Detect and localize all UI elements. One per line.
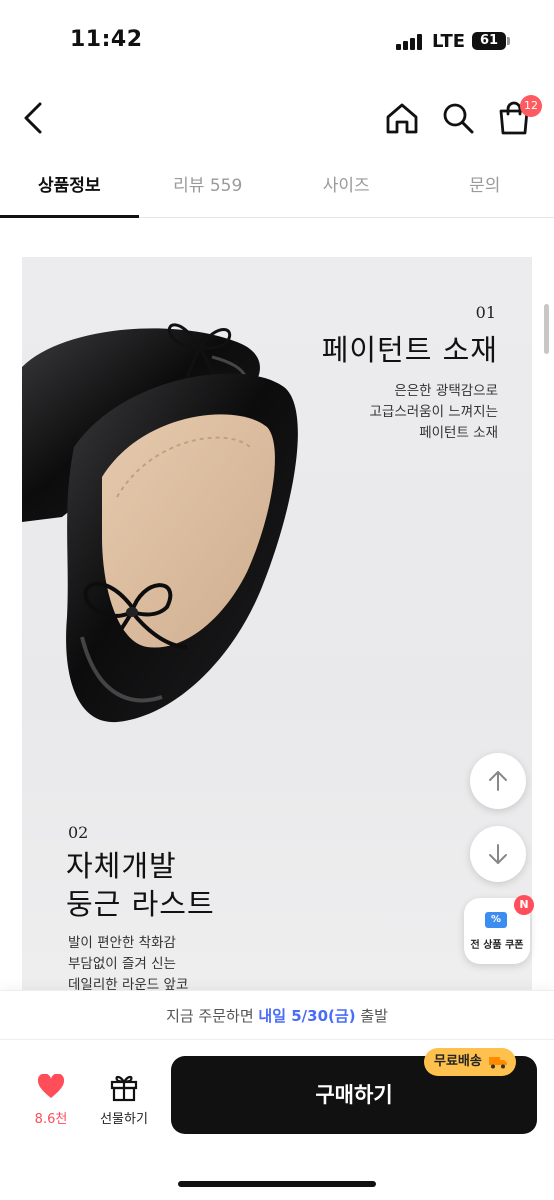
search-icon	[443, 103, 474, 134]
back-button[interactable]	[18, 98, 54, 138]
section-1-desc-line: 고급스러움이 느껴지는	[369, 404, 499, 420]
tab-product-info[interactable]: 상품정보	[0, 160, 139, 218]
section-1-description: 은은한 광택감으로 고급스러움이 느껴지는 페이턴트 소재	[370, 381, 499, 444]
scrollbar[interactable]	[544, 304, 549, 354]
section-1-title: 페이턴트 소재	[321, 333, 498, 367]
scroll-bottom-button[interactable]	[470, 826, 526, 882]
new-badge: N	[514, 895, 534, 915]
notice-prefix: 지금 주문하면	[166, 1007, 254, 1025]
coupon-label: 전 상품 쿠폰	[470, 940, 524, 951]
like-button[interactable]: 8.6천	[20, 1070, 82, 1130]
nav-header	[0, 80, 554, 160]
free-shipping-label: 무료배송	[434, 1054, 482, 1069]
section-2-title: 자체개발 둥근 라스트	[66, 847, 215, 923]
gift-button[interactable]: 선물하기	[90, 1070, 158, 1130]
network-label: LTE	[432, 31, 466, 52]
home-icon	[386, 103, 418, 134]
section-2-title-line: 둥근 라스트	[66, 887, 215, 921]
notice-date: 내일 5/30(금)	[258, 1007, 356, 1025]
free-shipping-badge: 무료배송	[424, 1048, 516, 1076]
home-button[interactable]	[384, 100, 420, 136]
home-indicator	[178, 1181, 376, 1187]
tab-reviews[interactable]: 리뷰 559	[139, 160, 278, 217]
cart-count-badge: 12	[520, 95, 542, 117]
like-count: 8.6천	[34, 1112, 68, 1127]
tab-size[interactable]: 사이즈	[277, 160, 416, 217]
section-2-number: 02	[68, 823, 89, 842]
heart-icon	[37, 1073, 65, 1098]
truck-icon	[488, 1057, 507, 1069]
section-1-number: 01	[475, 303, 496, 322]
section-2-desc-line: 발이 편안한 착화감	[68, 935, 176, 951]
section-2-desc-line: 부담없이 즐겨 신는	[68, 956, 176, 972]
scroll-top-button[interactable]	[470, 753, 526, 809]
status-time: 11:42	[70, 27, 143, 52]
notice-suffix: 출발	[360, 1007, 388, 1025]
gift-label: 선물하기	[100, 1112, 148, 1127]
gift-icon	[110, 1075, 138, 1102]
coupon-icon	[485, 912, 507, 928]
arrow-down-icon	[489, 844, 507, 864]
chevron-left-icon	[24, 102, 42, 134]
status-bar: 11:42 LTE 61	[0, 0, 554, 80]
arrow-up-icon	[489, 771, 507, 791]
tab-bar: 상품정보 리뷰 559 사이즈 문의	[0, 160, 554, 218]
section-1-desc-line: 페이턴트 소재	[419, 425, 498, 441]
battery-cap	[507, 37, 510, 45]
tab-inquiry[interactable]: 문의	[416, 160, 554, 217]
section-2-title-line: 자체개발	[66, 849, 177, 883]
ballet-flats-image	[22, 323, 298, 723]
signal-icon	[396, 34, 424, 50]
battery-icon: 61	[472, 32, 506, 50]
delivery-notice: 지금 주문하면 내일 5/30(금) 출발	[0, 990, 554, 1040]
product-detail-image: 01 페이턴트 소재 은은한 광택감으로 고급스러움이 느껴지는 페이턴트 소재…	[22, 257, 532, 997]
section-2-description: 발이 편안한 착화감 부담없이 즐겨 신는 데일리한 라운드 앞코	[68, 933, 188, 996]
section-1-desc-line: 은은한 광택감으로	[394, 383, 498, 399]
search-button[interactable]	[440, 100, 476, 136]
